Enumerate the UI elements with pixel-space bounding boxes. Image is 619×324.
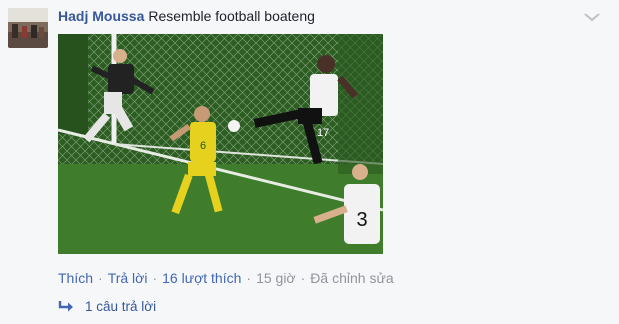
football-photo: 6 17 3 [58,34,383,254]
replies-count: 1 câu trả lời [85,299,157,314]
edited-label[interactable]: Đã chỉnh sửa [310,270,393,286]
avatar[interactable] [8,8,48,48]
timestamp[interactable]: 15 giờ [256,270,296,286]
separator: · [152,270,158,286]
like-count-link[interactable]: 16 lượt thích [162,270,241,286]
view-replies-link[interactable]: 1 câu trả lời [58,298,156,316]
comment-header: Hadj Moussa Resemble football boateng [58,7,315,26]
comment-actions: Thích · Trả lời · 16 lượt thích · 15 giờ · Đã ch… [58,269,394,287]
separator: · [246,270,252,286]
like-link[interactable]: Thích [58,270,93,286]
separator: · [300,270,306,286]
comment-options-button[interactable] [581,9,603,25]
reply-link[interactable]: Trả lời [108,270,148,286]
jersey-number-defender: 3 [356,209,367,231]
comment-photo[interactable]: 6 17 3 [58,34,383,254]
chevron-down-icon [584,13,600,22]
avatar-image [8,8,48,48]
jersey-number-yellow: 6 [200,140,206,152]
comment-text: Resemble football boateng [148,8,315,24]
author-link[interactable]: Hadj Moussa [58,8,144,24]
comment: Hadj Moussa Resemble football boateng 6 … [0,0,619,324]
jersey-number-boateng: 17 [317,127,329,139]
reply-arrow-icon [58,301,73,312]
separator: · [98,270,103,286]
